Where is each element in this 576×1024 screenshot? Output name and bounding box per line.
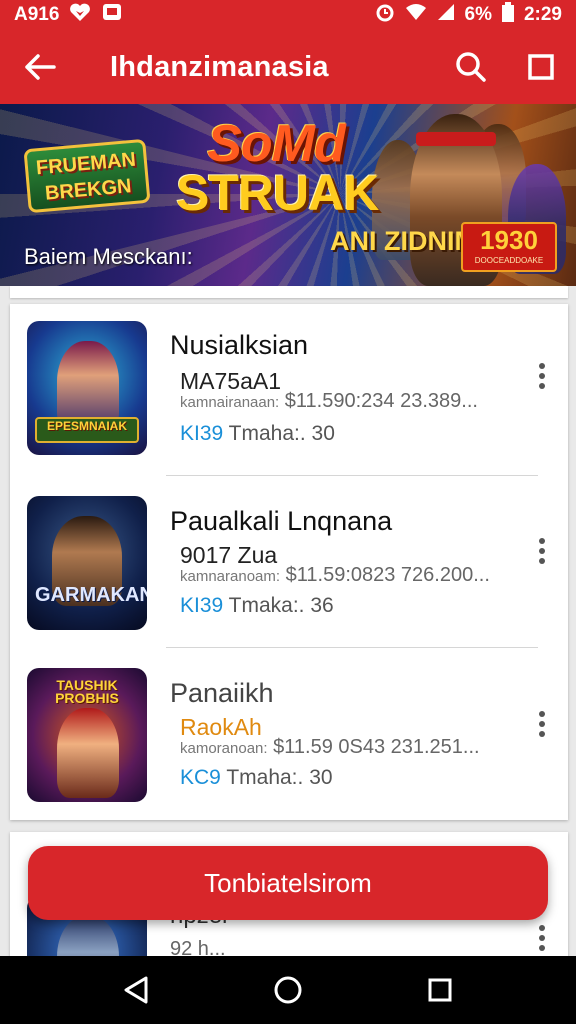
search-icon bbox=[456, 52, 486, 82]
recents-square-icon bbox=[428, 978, 452, 1002]
game-thumbnail: TAUSHIK PROBHIS bbox=[27, 668, 147, 802]
nav-back-button[interactable] bbox=[106, 960, 166, 1020]
more-options-button[interactable] bbox=[530, 356, 554, 396]
banner-caption: Baiem Mesckanı: bbox=[24, 244, 193, 269]
item-meta: kamoranoan: $11.59 0S43 231.251... bbox=[180, 736, 480, 759]
search-button[interactable] bbox=[436, 30, 506, 104]
item-meta-label: kamnaranoam: bbox=[180, 568, 281, 585]
heart-icon bbox=[69, 2, 91, 28]
dot bbox=[539, 548, 545, 554]
item-meta-value: $11.59:0823 726.200... bbox=[285, 564, 490, 586]
back-button[interactable] bbox=[0, 30, 80, 104]
banner-tagline: ANI ZIDNIM bbox=[330, 226, 477, 256]
primary-action-button[interactable]: Tonbiatelsirom bbox=[28, 846, 548, 920]
dot bbox=[539, 383, 545, 389]
signal-icon bbox=[437, 3, 455, 27]
item-tag-key: KC9 bbox=[180, 766, 221, 789]
banner-logo-line1: SoMd bbox=[207, 115, 346, 173]
dot bbox=[539, 945, 545, 951]
item-tag-key: KI39 bbox=[180, 594, 224, 617]
banner-badge-number: 1930 bbox=[480, 225, 538, 255]
more-options-button[interactable] bbox=[530, 704, 554, 744]
banner-logo-main: SoMd STRUAK bbox=[176, 115, 379, 221]
thumbnail-plate: EPESMNAIAK bbox=[35, 417, 139, 443]
nav-home-button[interactable] bbox=[258, 960, 318, 1020]
battery-icon bbox=[501, 2, 514, 28]
banner-badge-sub: DOOCEADDOAKE bbox=[474, 256, 544, 265]
dot bbox=[539, 935, 545, 941]
app-bar: Ihdanzimanasia bbox=[0, 30, 576, 104]
item-tag-key: KI39 bbox=[180, 422, 224, 445]
banner-logo-line2: STRUAK bbox=[176, 165, 379, 221]
item-meta-value: $11.590:234 23.389... bbox=[284, 390, 478, 412]
thumbnail-figure bbox=[57, 708, 119, 798]
item-tag-text: Tmaka:. 36 bbox=[228, 594, 334, 617]
item-meta: kamnaranoam: $11.59:0823 726.200... bbox=[180, 564, 490, 587]
item-title: Nusialksian bbox=[170, 330, 309, 360]
status-bar: A916 6% 2:29 bbox=[0, 0, 576, 30]
list-item[interactable]: EPESMNAIAK Nusialksian MA75aA1 kamnairan… bbox=[10, 304, 568, 476]
back-triangle-icon bbox=[124, 976, 148, 1004]
status-left-text: A916 bbox=[14, 4, 60, 25]
more-options-button[interactable] bbox=[530, 531, 554, 571]
list-item[interactable]: TAUSHIK PROBHIS Panaiikh RaokAh kamorano… bbox=[10, 648, 568, 820]
dot bbox=[539, 373, 545, 379]
game-thumbnail: GARMAKAN bbox=[27, 496, 147, 630]
game-thumbnail: EPESMNAIAK bbox=[27, 321, 147, 455]
arrow-left-icon bbox=[25, 54, 56, 80]
item-meta-value: $11.59 0S43 231.251... bbox=[273, 736, 480, 758]
alarm-icon bbox=[375, 2, 395, 28]
wifi-icon bbox=[405, 3, 427, 27]
dot bbox=[539, 731, 545, 737]
item-tag: KI39 Tmaha:. 30 bbox=[180, 422, 335, 446]
battery-text: 6% bbox=[464, 4, 492, 25]
item-meta: kamnairanaan: $11.590:234 23.389... bbox=[180, 390, 478, 413]
item-tag-text: Tmaha:. 30 bbox=[226, 766, 333, 789]
item-title: Panaiikh bbox=[170, 678, 274, 708]
message-icon bbox=[101, 2, 123, 28]
item-tag-text: Tmaha:. 30 bbox=[228, 422, 335, 445]
dot bbox=[539, 721, 545, 727]
dot bbox=[539, 538, 545, 544]
list-item[interactable]: GARMAKAN Paualkali Lnqnana 9017 Zua kamn… bbox=[10, 476, 568, 648]
game-list: EPESMNAIAK Nusialksian MA75aA1 kamnairan… bbox=[10, 304, 568, 820]
card-edge bbox=[10, 286, 568, 298]
dot bbox=[539, 925, 545, 931]
dot bbox=[539, 558, 545, 564]
dot bbox=[539, 711, 545, 717]
item-title: Paualkali Lnqnana bbox=[170, 506, 393, 536]
square-action-button[interactable] bbox=[506, 30, 576, 104]
home-circle-icon bbox=[274, 976, 302, 1004]
promo-banner[interactable]: FRUEMAN BREKGN SoMd STRUAK ANI ZIDNIM 19… bbox=[0, 104, 576, 286]
item-meta-label: kamoranoan: bbox=[180, 740, 268, 757]
banner-badge: 1930 DOOCEADDOAKE bbox=[461, 222, 557, 272]
clock: 2:29 bbox=[523, 4, 562, 25]
square-icon bbox=[528, 54, 554, 80]
nav-recents-button[interactable] bbox=[410, 960, 470, 1020]
dot bbox=[539, 363, 545, 369]
thumbnail-plate: TAUSHIK PROBHIS bbox=[55, 677, 119, 706]
item-tag: KI39 Tmaka:. 36 bbox=[180, 594, 334, 618]
app-title: Ihdanzimanasia bbox=[110, 50, 329, 83]
item-meta-label: kamnairanaan: bbox=[180, 394, 280, 411]
more-options-button[interactable] bbox=[530, 918, 554, 958]
system-nav-bar bbox=[0, 956, 576, 1024]
thumbnail-plate: GARMAKAN bbox=[35, 584, 147, 606]
banner-logo-left: FRUEMAN BREKGN bbox=[23, 138, 151, 214]
item-tag: KC9 Tmaha:. 30 bbox=[180, 766, 333, 790]
